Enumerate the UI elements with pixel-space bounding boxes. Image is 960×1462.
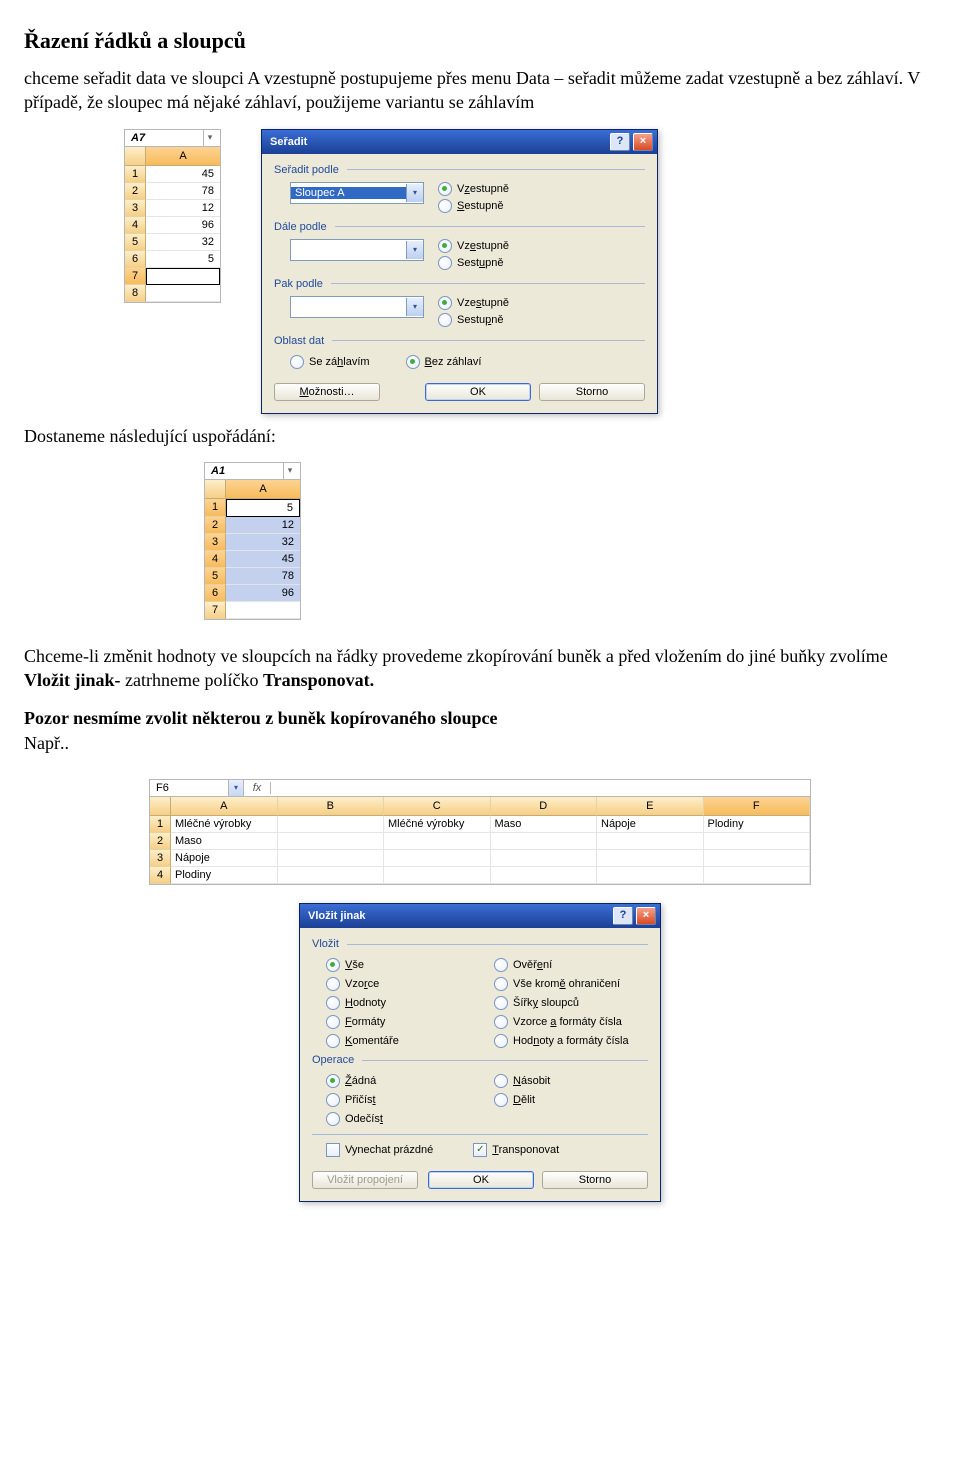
warning-paragraph: Pozor nesmíme zvolit některou z buněk ko… bbox=[24, 706, 936, 730]
result-paragraph: Dostaneme následující uspořádání: bbox=[24, 424, 936, 448]
excel-snippet-after: A1 ▾ A 15 212 332 445 578 696 7 bbox=[204, 462, 301, 620]
row-header: 1 bbox=[125, 166, 146, 183]
excel-snippet-before: A7 ▾ A 145 278 312 496 532 65 7 8 bbox=[124, 129, 221, 303]
radio-with-header[interactable]: Se záhlavím bbox=[290, 355, 370, 369]
chevron-down-icon[interactable]: ▾ bbox=[406, 184, 423, 202]
active-cell: 5 bbox=[226, 499, 300, 517]
cell: 45 bbox=[146, 166, 220, 183]
radio-formats[interactable]: Formáty bbox=[326, 1015, 480, 1029]
radio-add[interactable]: Přičíst bbox=[326, 1093, 480, 1107]
radio-asc-2[interactable]: Vzestupně bbox=[438, 239, 509, 253]
radio-formulas[interactable]: Vzorce bbox=[326, 977, 480, 991]
radio-comments[interactable]: Komentáře bbox=[326, 1034, 480, 1048]
radio-col-widths[interactable]: Šířky sloupců bbox=[494, 996, 648, 1010]
sort-dialog: Seřadit ? × Seřadit podle Sloupec A▾ Vze… bbox=[261, 129, 658, 414]
dropdown-icon: ▾ bbox=[229, 780, 244, 796]
radio-validation[interactable]: Ověření bbox=[494, 958, 648, 972]
sheet-corner bbox=[125, 147, 146, 166]
intro-paragraph: chceme seřadit data ve sloupci A vzestup… bbox=[24, 66, 936, 115]
group-paste: Vložit bbox=[312, 938, 648, 950]
name-box: A1 bbox=[205, 463, 284, 479]
ok-button[interactable]: OK bbox=[428, 1171, 534, 1189]
group-operation: Operace bbox=[312, 1054, 648, 1066]
cancel-button[interactable]: Storno bbox=[539, 383, 645, 401]
close-icon[interactable]: × bbox=[636, 907, 656, 925]
radio-multiply[interactable]: Násobit bbox=[494, 1074, 648, 1088]
options-button[interactable]: Možnosti… bbox=[274, 383, 380, 401]
paste-special-dialog: Vložit jinak ? × Vložit Vše Vzorce Hodno… bbox=[299, 903, 661, 1202]
ok-button[interactable]: OK bbox=[425, 383, 531, 401]
radio-desc-2[interactable]: Sestupně bbox=[438, 256, 509, 270]
dialog-titlebar: Vložit jinak ? × bbox=[300, 904, 660, 928]
dialog-title: Vložit jinak bbox=[308, 910, 365, 922]
sort-combo-2[interactable]: ▾ bbox=[290, 239, 424, 261]
close-icon[interactable]: × bbox=[633, 133, 653, 151]
group-sort-by: Seřadit podle bbox=[274, 164, 645, 176]
dropdown-icon: ▾ bbox=[284, 465, 296, 476]
group-then-by-2: Pak podle bbox=[274, 278, 645, 290]
cancel-button[interactable]: Storno bbox=[542, 1171, 648, 1189]
radio-none[interactable]: Žádná bbox=[326, 1074, 480, 1088]
radio-no-header[interactable]: Bez záhlaví bbox=[406, 355, 482, 369]
chevron-down-icon[interactable]: ▾ bbox=[406, 298, 423, 316]
group-data-region: Oblast dat bbox=[274, 335, 645, 347]
radio-asc-3[interactable]: Vzestupně bbox=[438, 296, 509, 310]
radio-desc-1[interactable]: Sestupně bbox=[438, 199, 509, 213]
active-cell bbox=[146, 268, 220, 285]
help-icon[interactable]: ? bbox=[610, 133, 630, 151]
transpose-paragraph: Chceme-li změnit hodnoty ve sloupcích na… bbox=[24, 644, 936, 693]
sort-combo-1[interactable]: Sloupec A▾ bbox=[290, 182, 424, 204]
checkbox-transpose[interactable]: ✓Transponovat bbox=[473, 1143, 559, 1157]
checkbox-skip-blanks[interactable]: Vynechat prázdné bbox=[326, 1143, 433, 1157]
column-header-a: A bbox=[146, 147, 220, 166]
radio-formulas-numfmt[interactable]: Vzorce a formáty čísla bbox=[494, 1015, 648, 1029]
name-box: F6 bbox=[150, 780, 229, 796]
radio-desc-3[interactable]: Sestupně bbox=[438, 313, 509, 327]
chevron-down-icon[interactable]: ▾ bbox=[406, 241, 423, 259]
column-header-a: A bbox=[226, 480, 300, 499]
radio-all[interactable]: Vše bbox=[326, 958, 480, 972]
dialog-title: Seřadit bbox=[270, 136, 307, 148]
cell: Mléčné výrobky bbox=[171, 816, 278, 833]
example-label: Např.. bbox=[24, 731, 936, 755]
radio-values-numfmt[interactable]: Hodnoty a formáty čísla bbox=[494, 1034, 648, 1048]
radio-subtract[interactable]: Odečíst bbox=[326, 1112, 480, 1126]
excel-snippet-transpose: F6 ▾ fx A B C D E F 1 Mléčné výrobky Mlé… bbox=[149, 779, 811, 885]
paste-link-button: Vložit propojení bbox=[312, 1171, 418, 1189]
radio-values[interactable]: Hodnoty bbox=[326, 996, 480, 1010]
fx-icon: fx bbox=[244, 782, 271, 794]
radio-asc-1[interactable]: Vzestupně bbox=[438, 182, 509, 196]
formula-input bbox=[271, 786, 810, 790]
group-then-by-1: Dále podle bbox=[274, 221, 645, 233]
column-header: A bbox=[171, 797, 278, 816]
radio-no-borders[interactable]: Vše kromě ohraničení bbox=[494, 977, 648, 991]
radio-divide[interactable]: Dělit bbox=[494, 1093, 648, 1107]
dropdown-icon: ▾ bbox=[204, 132, 216, 143]
sort-combo-3[interactable]: ▾ bbox=[290, 296, 424, 318]
help-icon[interactable]: ? bbox=[613, 907, 633, 925]
name-box: A7 bbox=[125, 130, 204, 146]
dialog-titlebar: Seřadit ? × bbox=[262, 130, 657, 154]
page-title: Řazení řádků a sloupců bbox=[24, 28, 936, 54]
